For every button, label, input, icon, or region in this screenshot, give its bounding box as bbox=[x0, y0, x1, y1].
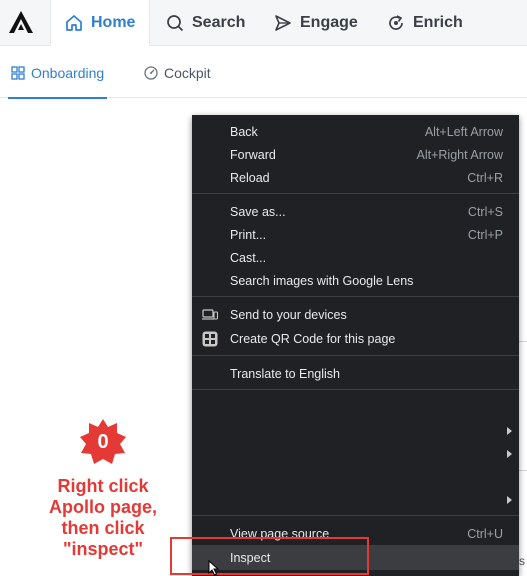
tab-cockpit-label: Cockpit bbox=[164, 64, 211, 81]
tab-search[interactable]: Search bbox=[166, 0, 245, 46]
menu-item-google-lens[interactable]: Search images with Google Lens bbox=[192, 269, 519, 292]
menu-item-reload[interactable]: Reload Ctrl+R bbox=[192, 166, 519, 189]
menu-separator bbox=[192, 355, 519, 356]
apollo-logo[interactable] bbox=[8, 10, 34, 34]
menu-item-submenu[interactable] bbox=[192, 419, 519, 442]
step-number: 0 bbox=[97, 430, 109, 453]
menu-item-label: Forward bbox=[230, 147, 276, 162]
submenu-arrow-icon bbox=[507, 450, 512, 458]
home-icon bbox=[66, 15, 82, 31]
step-badge: 0 bbox=[79, 418, 127, 466]
menu-item-create-qr[interactable]: Create QR Code for this page bbox=[192, 327, 519, 350]
menu-item-shortcut: Ctrl+R bbox=[467, 170, 503, 185]
gauge-icon bbox=[144, 65, 158, 80]
tab-enrich-label: Enrich bbox=[413, 14, 463, 31]
tab-onboarding[interactable]: Onboarding bbox=[7, 47, 108, 99]
instruction-text: Right click Apollo page, then click "ins… bbox=[49, 476, 157, 559]
menu-item-back[interactable]: Back Alt+Left Arrow bbox=[192, 120, 519, 143]
menu-item-label: Save as... bbox=[230, 204, 286, 219]
menu-item-label: Cast... bbox=[230, 250, 267, 265]
tab-engage[interactable]: Engage bbox=[274, 0, 358, 46]
devices-icon bbox=[202, 309, 218, 320]
submenu-arrow-icon bbox=[507, 427, 512, 435]
tab-onboarding-label: Onboarding bbox=[31, 64, 105, 81]
menu-item-translate[interactable]: Translate to English bbox=[192, 362, 519, 385]
menu-item-label: Translate to English bbox=[230, 366, 341, 381]
tab-cockpit[interactable]: Cockpit bbox=[144, 47, 211, 98]
menu-item-shortcut: Alt+Left Arrow bbox=[424, 124, 503, 139]
refresh-icon bbox=[389, 15, 403, 30]
menu-item-label: Send to your devices bbox=[230, 307, 347, 322]
top-nav: Home Search Engage Enrich bbox=[0, 0, 527, 46]
sub-nav: Onboarding Cockpit bbox=[0, 47, 527, 99]
menu-item-print[interactable]: Print... Ctrl+P bbox=[192, 223, 519, 246]
inspect-highlight-box bbox=[170, 537, 369, 575]
menu-item-label: Back bbox=[230, 124, 258, 139]
search-icon bbox=[167, 15, 184, 32]
menu-item-label: Print... bbox=[230, 227, 267, 242]
menu-item-save-as[interactable]: Save as... Ctrl+S bbox=[192, 200, 519, 223]
submenu-arrow-icon bbox=[507, 496, 512, 504]
tab-engage-label: Engage bbox=[300, 14, 358, 31]
tab-enrich[interactable]: Enrich bbox=[387, 0, 463, 46]
menu-item-label: Reload bbox=[230, 170, 270, 185]
qr-code-icon bbox=[202, 331, 218, 347]
menu-item-shortcut: Ctrl+U bbox=[467, 526, 503, 541]
send-icon bbox=[275, 15, 291, 31]
menu-item-label: Search images with Google Lens bbox=[230, 273, 414, 288]
grid-icon bbox=[11, 65, 25, 80]
menu-item-label: Create QR Code for this page bbox=[230, 331, 396, 346]
mouse-cursor-icon bbox=[208, 560, 220, 576]
menu-item-submenu[interactable] bbox=[192, 488, 519, 511]
menu-item-shortcut: Ctrl+S bbox=[467, 204, 503, 219]
menu-separator bbox=[192, 193, 519, 194]
background-text-fragment: s bbox=[519, 554, 525, 568]
menu-item-shortcut: Alt+Right Arrow bbox=[416, 147, 504, 162]
menu-separator bbox=[192, 389, 519, 390]
tab-home-label: Home bbox=[91, 14, 136, 31]
menu-separator bbox=[192, 515, 519, 516]
tab-search-label: Search bbox=[192, 14, 246, 31]
menu-item-cast[interactable]: Cast... bbox=[192, 246, 519, 269]
context-menu: Back Alt+Left Arrow Forward Alt+Right Ar… bbox=[192, 115, 519, 576]
menu-separator bbox=[192, 296, 519, 297]
menu-item-shortcut: Ctrl+P bbox=[467, 227, 503, 242]
menu-item-send-to-devices[interactable]: Send to your devices bbox=[192, 303, 519, 326]
menu-item-forward[interactable]: Forward Alt+Right Arrow bbox=[192, 143, 519, 166]
menu-item-submenu[interactable] bbox=[192, 442, 519, 465]
tab-home[interactable]: Home bbox=[50, 0, 150, 46]
